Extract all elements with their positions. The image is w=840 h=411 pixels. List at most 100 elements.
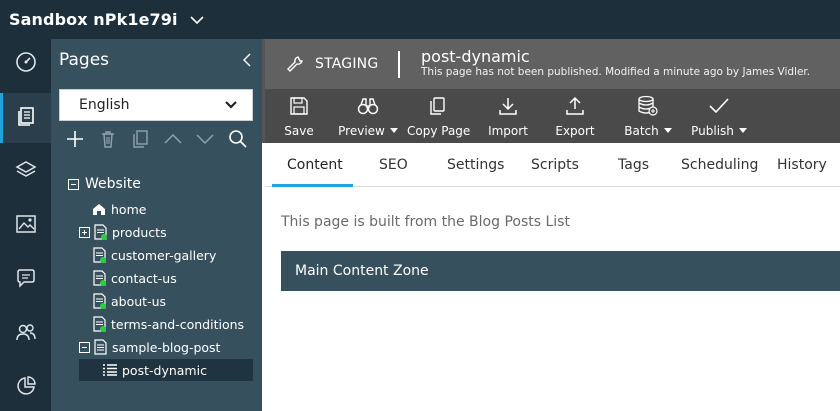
tab-content[interactable]: Content bbox=[287, 157, 343, 173]
database-icon bbox=[637, 95, 659, 120]
content-zone-header[interactable]: Main Content Zone bbox=[281, 251, 840, 291]
rail-users[interactable] bbox=[0, 309, 51, 359]
page-toolbar: Save Preview Copy Page Import Export Bat… bbox=[262, 89, 840, 143]
page-tools bbox=[59, 129, 254, 155]
tree-item-sample-blog-post[interactable]: sample-blog-post bbox=[77, 336, 220, 358]
copy-page-button[interactable] bbox=[124, 129, 157, 153]
expand-plus-icon[interactable] bbox=[77, 224, 91, 240]
pages-panel: Pages English Website home products cust… bbox=[51, 39, 262, 411]
move-up-button[interactable] bbox=[157, 129, 190, 153]
import-icon bbox=[498, 96, 518, 119]
tree-item-products[interactable]: products bbox=[77, 221, 167, 243]
active-tab-indicator bbox=[272, 184, 353, 187]
tab-seo[interactable]: SEO bbox=[379, 157, 408, 173]
analytics-icon bbox=[15, 375, 37, 401]
toolbar-label: Export bbox=[555, 124, 595, 138]
rail-analytics[interactable] bbox=[0, 363, 51, 411]
tab-settings[interactable]: Settings bbox=[447, 157, 504, 173]
staging-indicator[interactable]: STAGING bbox=[285, 55, 378, 73]
move-down-icon bbox=[195, 132, 215, 150]
check-icon bbox=[708, 97, 730, 118]
move-up-icon bbox=[163, 132, 183, 150]
content-note: This page is built from the Blog Posts L… bbox=[281, 214, 570, 230]
search-icon bbox=[228, 129, 248, 153]
toolbar-label: Batch bbox=[624, 124, 659, 138]
copy-icon bbox=[131, 129, 149, 153]
language-value: English bbox=[79, 97, 130, 113]
search-pages-button[interactable] bbox=[222, 129, 255, 153]
batch-button[interactable]: Batch bbox=[620, 95, 676, 141]
tree-item-customer-gallery[interactable]: customer-gallery bbox=[92, 244, 216, 266]
caret-down-icon bbox=[738, 128, 747, 133]
add-page-button[interactable] bbox=[59, 129, 92, 153]
sandbox-name[interactable]: Sandbox nPk1e79i bbox=[9, 10, 178, 29]
move-down-button[interactable] bbox=[189, 129, 222, 153]
page-published-icon bbox=[92, 316, 106, 332]
save-button[interactable]: Save bbox=[281, 95, 317, 141]
dashboard-icon bbox=[15, 51, 37, 77]
language-select[interactable]: English bbox=[59, 89, 253, 121]
tree-item-label: post-dynamic bbox=[122, 362, 207, 378]
tree-item-post-dynamic[interactable]: post-dynamic bbox=[79, 359, 253, 381]
delete-page-button[interactable] bbox=[92, 129, 125, 153]
rail-dashboard[interactable] bbox=[0, 39, 51, 89]
tab-scheduling[interactable]: Scheduling bbox=[681, 157, 758, 173]
environment-label: STAGING bbox=[315, 56, 379, 72]
toolbar-label: Save bbox=[284, 124, 314, 138]
add-icon bbox=[65, 129, 85, 153]
page-published-icon bbox=[93, 224, 107, 240]
home-page-icon bbox=[92, 201, 106, 217]
delete-icon bbox=[99, 129, 117, 153]
wrench-icon bbox=[285, 55, 305, 73]
copy-page-icon bbox=[428, 96, 446, 119]
tree-item-about-us[interactable]: about-us bbox=[92, 290, 166, 312]
export-button[interactable]: Export bbox=[554, 95, 596, 141]
tree-root-website[interactable]: Website bbox=[66, 173, 141, 195]
rail-media[interactable] bbox=[0, 201, 51, 251]
collapse-minus-icon[interactable] bbox=[66, 176, 80, 192]
tree-item-label: home bbox=[111, 201, 147, 217]
publish-button[interactable]: Publish bbox=[689, 95, 749, 141]
chevron-down-icon bbox=[224, 99, 238, 111]
pages-panel-title: Pages bbox=[59, 50, 110, 70]
tab-tags[interactable]: Tags bbox=[618, 157, 649, 173]
collapse-minus-icon[interactable] bbox=[77, 339, 91, 355]
chevron-down-icon[interactable] bbox=[190, 13, 204, 27]
preview-button[interactable]: Preview bbox=[338, 95, 398, 141]
toolbar-label: Preview bbox=[338, 124, 385, 138]
image-icon bbox=[15, 213, 37, 239]
page-published-icon bbox=[92, 270, 106, 286]
tree-item-contact-us[interactable]: contact-us bbox=[92, 267, 177, 289]
publish-status: This page has not been published. Modifi… bbox=[421, 66, 811, 78]
tree-root-label: Website bbox=[85, 176, 141, 192]
tab-scripts[interactable]: Scripts bbox=[531, 157, 579, 173]
tree-item-label: about-us bbox=[111, 293, 167, 309]
header-divider bbox=[398, 51, 400, 78]
toolbar-label: Copy Page bbox=[407, 124, 471, 138]
copy-page-button[interactable]: Copy Page bbox=[407, 95, 471, 141]
list-icon bbox=[103, 362, 117, 378]
left-rail bbox=[0, 39, 51, 411]
tree-item-terms-and-conditions[interactable]: terms-and-conditions bbox=[92, 313, 244, 335]
rail-layers[interactable] bbox=[0, 146, 51, 196]
caret-down-icon bbox=[663, 128, 672, 133]
content-zone-title: Main Content Zone bbox=[295, 263, 429, 279]
tree-item-label: customer-gallery bbox=[111, 247, 217, 263]
tree-item-label: contact-us bbox=[111, 270, 177, 286]
toolbar-label: Import bbox=[488, 124, 528, 138]
tree-item-label: sample-blog-post bbox=[112, 339, 221, 355]
users-icon bbox=[15, 321, 37, 347]
tree-item-label: terms-and-conditions bbox=[111, 316, 245, 332]
top-bar: Sandbox nPk1e79i bbox=[0, 0, 840, 39]
rail-comments[interactable] bbox=[0, 255, 51, 305]
rail-pages[interactable] bbox=[0, 93, 51, 143]
page-header: STAGING post-dynamic This page has not b… bbox=[262, 39, 840, 89]
export-icon bbox=[565, 96, 585, 119]
import-button[interactable]: Import bbox=[487, 95, 529, 141]
page-published-icon bbox=[92, 293, 106, 309]
tree-item-label: products bbox=[112, 224, 167, 240]
collapse-panel-icon[interactable] bbox=[242, 53, 252, 67]
tree-item-home[interactable]: home bbox=[92, 198, 146, 220]
tab-history[interactable]: History bbox=[777, 157, 827, 173]
save-icon bbox=[289, 96, 309, 119]
